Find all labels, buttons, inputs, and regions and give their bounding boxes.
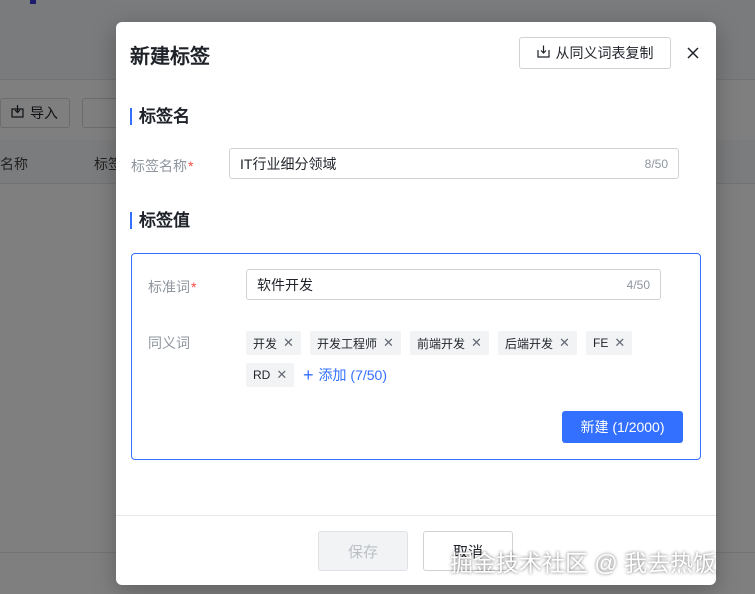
plus-icon: + <box>303 365 314 385</box>
synonym-tag: 后端开发 ✕ <box>498 331 577 355</box>
footer-divider <box>116 515 716 516</box>
tag-name-value: IT行业细分领域 <box>240 155 337 172</box>
synonym-tag: RD ✕ <box>246 363 295 387</box>
section-title-tag-value: 标签值 <box>130 212 190 229</box>
synonym-tag: FE ✕ <box>586 331 633 355</box>
download-icon <box>536 45 550 61</box>
synonym-tag-text: 开发 <box>253 336 278 351</box>
synonym-tag: 开发工程师 ✕ <box>310 331 401 355</box>
standard-word-char-count: 4/50 <box>626 277 650 292</box>
add-synonym-label: 添加 (7/50) <box>318 367 387 383</box>
tag-name-char-count: 8/50 <box>644 156 668 171</box>
required-mark: * <box>191 279 197 295</box>
copy-button-label: 从同义词表复制 <box>555 45 654 61</box>
remove-tag-icon[interactable]: ✕ <box>276 367 287 383</box>
remove-tag-icon[interactable]: ✕ <box>283 335 294 351</box>
dialog-title: 新建标签 <box>130 46 210 68</box>
standard-word-input[interactable]: 软件开发 4/50 <box>246 269 661 300</box>
add-synonym-button[interactable]: + 添加 (7/50) <box>303 365 387 385</box>
remove-tag-icon[interactable]: ✕ <box>471 335 482 351</box>
synonym-tag-text: 后端开发 <box>505 336 554 351</box>
remove-tag-icon[interactable]: ✕ <box>383 335 394 351</box>
section-title-tag-name: 标签名 <box>130 108 190 125</box>
remove-tag-icon[interactable]: ✕ <box>614 335 625 351</box>
standard-word-value: 软件开发 <box>257 276 313 293</box>
synonym-label: 同义词 <box>148 335 190 351</box>
synonym-tag: 前端开发 ✕ <box>410 331 489 355</box>
save-button[interactable]: 保存 <box>318 531 408 571</box>
synonym-tag-text: FE <box>593 336 609 350</box>
watermark: 掘金技术社区 @ 我去热饭 <box>450 550 717 576</box>
synonym-tag: 开发 ✕ <box>246 331 301 355</box>
synonym-tag-text: 前端开发 <box>417 336 466 351</box>
synonym-tag-text: 开发工程师 <box>317 336 378 351</box>
remove-tag-icon[interactable]: ✕ <box>559 335 570 351</box>
copy-from-synonym-table-button[interactable]: 从同义词表复制 <box>519 37 671 69</box>
tag-name-label: 标签名称* <box>131 158 194 174</box>
new-tag-dialog: 新建标签 从同义词表复制 标签名 标签名称* IT行业细分领域 8/50 标签值… <box>116 22 716 585</box>
required-mark: * <box>188 158 194 174</box>
new-value-button[interactable]: 新建 (1/2000) <box>562 411 683 443</box>
standard-word-label: 标准词* <box>148 279 197 295</box>
close-icon[interactable] <box>682 42 704 64</box>
tag-name-input[interactable]: IT行业细分领域 8/50 <box>229 148 679 179</box>
synonym-tag-text: RD <box>253 368 271 382</box>
